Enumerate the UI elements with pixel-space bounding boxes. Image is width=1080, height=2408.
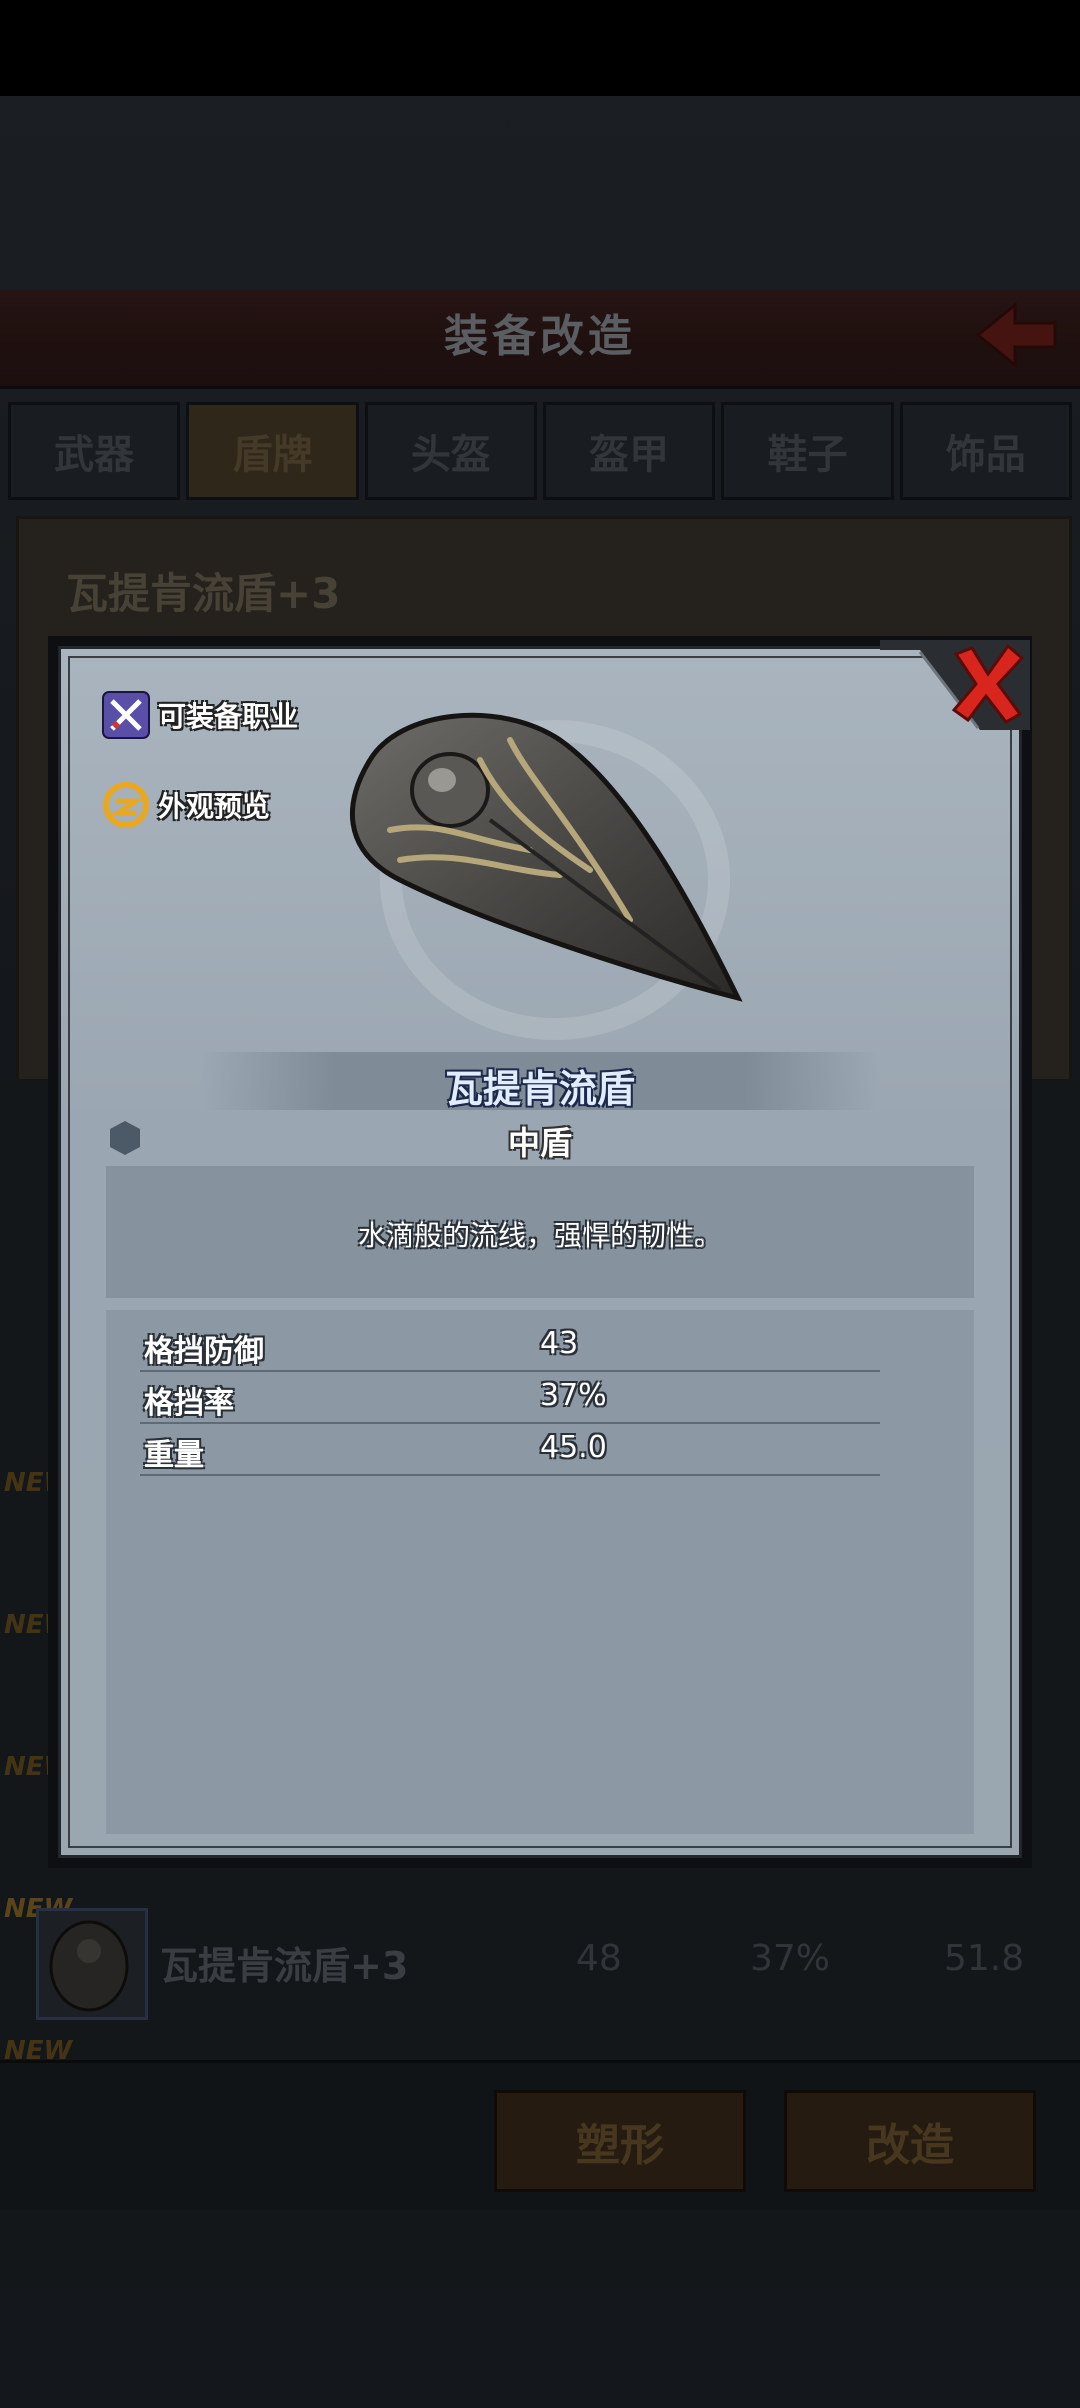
shield-illustration (350, 712, 743, 1002)
appearance-preview-label: 外观预览 (158, 790, 271, 823)
item-description: 水滴般的流线，强悍的韧性。 (357, 1219, 722, 1252)
stat-row: 格挡率 37% (140, 1370, 880, 1424)
crossed-swords-icon (102, 691, 150, 739)
stat-label: 格挡率 (144, 1386, 234, 1421)
appearance-preview-button[interactable]: 外观预览 (102, 780, 270, 830)
equip-class-label: 可装备职业 (158, 700, 299, 733)
preview-icon (103, 782, 149, 828)
stat-value: 45.0 (540, 1430, 607, 1465)
equip-class-button[interactable]: 可装备职业 (102, 690, 298, 740)
stat-row: 重量 45.0 (140, 1422, 880, 1476)
item-name: 瓦提肯流盾 (444, 1067, 635, 1111)
stat-value: 43 (540, 1326, 579, 1361)
close-icon[interactable] (950, 644, 1026, 724)
item-type: 中盾 (507, 1124, 572, 1162)
status-bar (0, 0, 1080, 96)
stat-label: 重量 (144, 1438, 204, 1473)
stat-label: 格挡防御 (144, 1334, 264, 1369)
stat-value: 37% (540, 1378, 607, 1413)
stat-row: 格挡防御 43 (140, 1318, 880, 1372)
